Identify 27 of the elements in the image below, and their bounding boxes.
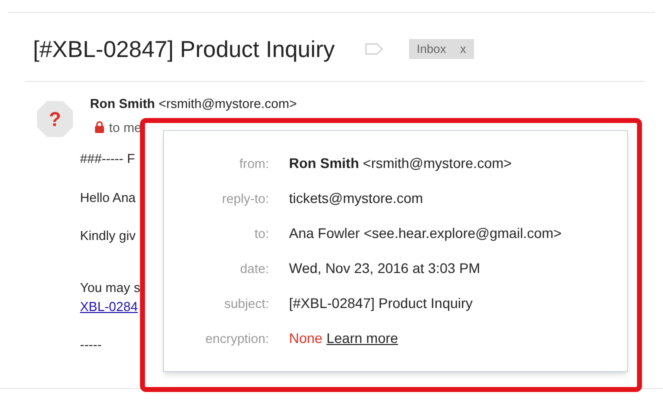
field-value: tickets@mystore.com bbox=[289, 189, 424, 208]
label-icon[interactable] bbox=[364, 43, 383, 55]
label-text: Inbox bbox=[416, 41, 446, 58]
message-text: ###----- F bbox=[80, 150, 135, 168]
remove-label-button[interactable]: x bbox=[460, 40, 466, 58]
label-chip[interactable]: Inbox x bbox=[408, 39, 474, 59]
field-value: Ana Fowler <see.hear.explore@gmail.com> bbox=[289, 224, 562, 243]
sender-line: Ron Smith <rsmith@mystore.com> bbox=[90, 95, 297, 113]
field-label: reply-to: bbox=[221, 190, 269, 208]
field-label: from: bbox=[238, 155, 269, 173]
avatar-icon: ? bbox=[36, 100, 74, 138]
message-text: ----- bbox=[80, 336, 102, 354]
field-label: to: bbox=[254, 225, 269, 243]
field-label: subject: bbox=[223, 295, 269, 313]
field-label: encryption: bbox=[204, 330, 269, 348]
message-text: Kindly giv bbox=[80, 227, 136, 245]
message-text: Hello Ana bbox=[80, 188, 136, 206]
ticket-link[interactable]: XBL-0284 bbox=[80, 297, 138, 316]
message-text: You may s bbox=[80, 278, 140, 297]
email-subject: [#XBL-02847] Product Inquiry bbox=[33, 34, 335, 64]
field-value: Ron Smith <rsmith@mystore.com> bbox=[289, 154, 512, 173]
encryption-status: None bbox=[289, 329, 322, 348]
field-value: [#XBL-02847] Product Inquiry bbox=[289, 294, 473, 313]
lock-icon bbox=[94, 121, 105, 134]
learn-more-link[interactable]: Learn more bbox=[326, 328, 398, 349]
field-value: Wed, Nov 23, 2016 at 3:03 PM bbox=[289, 259, 480, 278]
field-label: date: bbox=[239, 260, 269, 278]
